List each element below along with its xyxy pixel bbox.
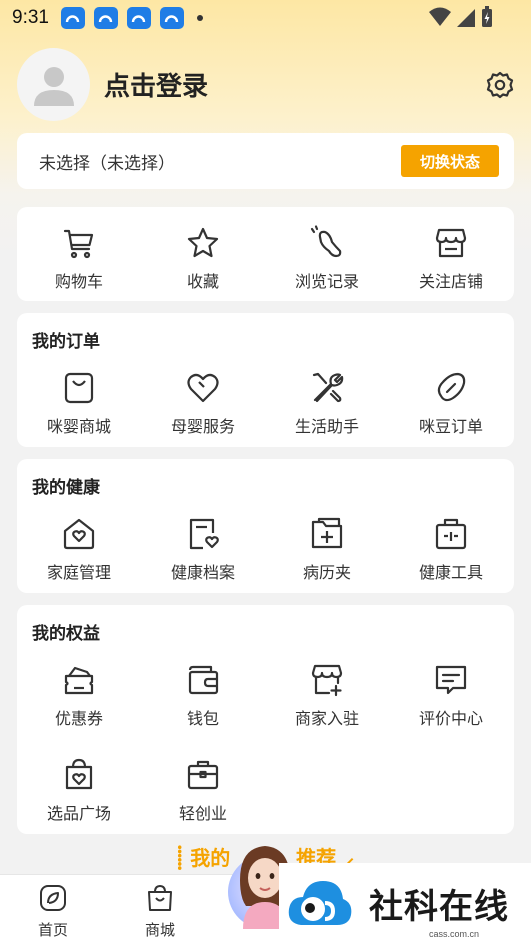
login-link[interactable]: 点击登录 xyxy=(104,66,208,103)
quick-link-cart[interactable]: 购物车 xyxy=(17,225,141,292)
settings-gear-icon[interactable] xyxy=(485,70,515,100)
wifi-icon xyxy=(429,7,451,26)
benefit-selection-square[interactable]: 选品广场 xyxy=(17,757,141,824)
orders-title: 我的订单 xyxy=(32,332,100,352)
tools-icon xyxy=(312,372,344,403)
default-user-icon xyxy=(33,66,74,106)
selection-bag-icon xyxy=(65,758,93,790)
decor-sparkle-icon: ⸽ xyxy=(176,846,191,871)
state-text: 未选择（未选择） xyxy=(39,153,175,174)
watermark-logo: 社科在线 cass.com.cn xyxy=(279,863,531,944)
footprint-icon xyxy=(310,225,342,258)
watermark-domain: cass.com.cn xyxy=(428,929,479,939)
benefit-label: 选品广场 xyxy=(46,804,111,823)
bag-icon xyxy=(64,372,94,404)
watermark-text: 社科在线 xyxy=(369,887,509,927)
recommend-title-left: 我的 xyxy=(190,846,231,870)
benefits-card: 我的权益 优惠券 钱包 商家入驻 评价中心 选品广场 轻创业 xyxy=(17,605,514,834)
order-label: 生活助手 xyxy=(294,417,359,436)
signal-icon xyxy=(457,9,475,27)
health-card: 我的健康 家庭管理 健康档案 病历夹 健康工具 xyxy=(17,459,514,593)
notification-app-icon xyxy=(126,7,151,29)
order-maternal-service[interactable]: 母婴服务 xyxy=(141,370,265,437)
coupon-icon xyxy=(64,666,94,695)
tab-label: 商城 xyxy=(144,921,175,939)
heart-icon xyxy=(187,373,219,403)
benefit-label: 轻创业 xyxy=(178,804,227,823)
benefit-label: 钱包 xyxy=(186,709,219,728)
benefits-title: 我的权益 xyxy=(32,624,100,644)
orders-card: 我的订单 咪婴商城 母婴服务 生活助手 咪豆订单 xyxy=(17,313,514,447)
health-title: 我的健康 xyxy=(32,478,100,498)
order-mall[interactable]: 咪婴商城 xyxy=(17,370,141,437)
shopping-bag-icon xyxy=(148,885,172,911)
health-label: 家庭管理 xyxy=(46,563,111,582)
quick-link-label: 浏览记录 xyxy=(294,272,359,291)
merchant-add-icon xyxy=(311,664,343,697)
battery-icon xyxy=(482,6,492,27)
notification-app-icon xyxy=(159,7,184,29)
quick-link-label: 关注店铺 xyxy=(418,272,483,291)
order-life-assistant[interactable]: 生活助手 xyxy=(265,370,389,437)
health-medical-folder[interactable]: 病历夹 xyxy=(265,516,389,583)
order-label: 咪豆订单 xyxy=(418,417,483,436)
state-card: 未选择（未选择） 切换状态 xyxy=(17,133,514,189)
benefit-light-startup[interactable]: 轻创业 xyxy=(141,757,265,824)
medical-folder-icon xyxy=(311,517,343,549)
notification-app-icon xyxy=(60,7,85,29)
medkit-icon xyxy=(435,518,467,550)
quick-link-followed-stores[interactable]: 关注店铺 xyxy=(389,225,513,292)
order-label: 母婴服务 xyxy=(170,417,235,436)
home-leaf-icon xyxy=(40,885,66,911)
benefit-label: 评价中心 xyxy=(418,709,483,728)
quick-link-history[interactable]: 浏览记录 xyxy=(265,225,389,292)
more-notifications-dot xyxy=(196,15,203,21)
quick-links-card: 购物车 收藏 浏览记录 关注店铺 xyxy=(17,207,514,301)
switch-state-button[interactable]: 切换状态 xyxy=(401,145,499,177)
star-icon xyxy=(187,227,219,258)
cart-icon xyxy=(63,229,94,259)
benefit-coupons[interactable]: 优惠券 xyxy=(17,662,141,729)
briefcase-icon xyxy=(187,760,219,790)
health-label: 健康档案 xyxy=(170,563,235,582)
order-mibean[interactable]: 咪豆订单 xyxy=(389,370,513,437)
avatar[interactable] xyxy=(17,48,90,121)
status-bar: 9:31 xyxy=(0,0,531,36)
health-records[interactable]: 健康档案 xyxy=(141,516,265,583)
store-icon xyxy=(435,228,467,258)
wallet-icon xyxy=(188,665,219,695)
quick-link-label: 购物车 xyxy=(54,272,103,291)
order-label: 咪婴商城 xyxy=(46,417,111,436)
health-family-management[interactable]: 家庭管理 xyxy=(17,516,141,583)
home-heart-icon xyxy=(63,518,95,550)
tab-label: 首页 xyxy=(37,921,68,939)
cloud-logo-icon xyxy=(288,880,352,925)
review-icon xyxy=(435,665,467,695)
quick-link-label: 收藏 xyxy=(186,272,219,291)
tab-mall[interactable]: 商城 xyxy=(130,883,190,940)
health-label: 健康工具 xyxy=(418,563,483,582)
health-record-icon xyxy=(189,518,219,550)
benefit-label: 商家入驻 xyxy=(294,709,359,728)
notification-app-icon xyxy=(93,7,118,29)
benefit-merchant-join[interactable]: 商家入驻 xyxy=(265,662,389,729)
benefit-wallet[interactable]: 钱包 xyxy=(141,662,265,729)
profile-header[interactable]: 点击登录 xyxy=(17,48,208,121)
quick-link-favorites[interactable]: 收藏 xyxy=(141,225,265,292)
health-label: 病历夹 xyxy=(302,563,351,582)
tab-home[interactable]: 首页 xyxy=(23,883,83,940)
benefit-label: 优惠券 xyxy=(54,709,103,728)
bean-icon xyxy=(437,372,466,402)
health-tools[interactable]: 健康工具 xyxy=(389,516,513,583)
benefit-review-center[interactable]: 评价中心 xyxy=(389,662,513,729)
status-time: 9:31 xyxy=(12,7,49,28)
